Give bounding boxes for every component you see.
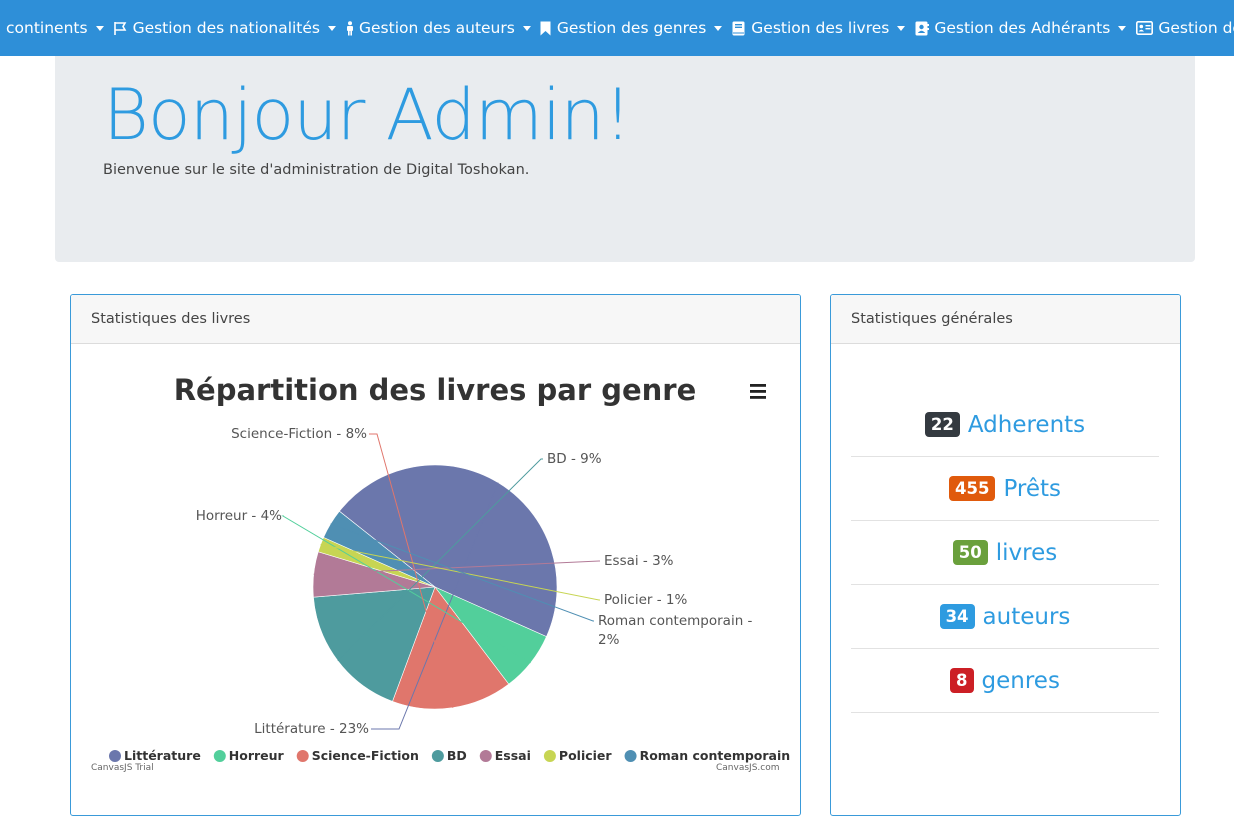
chart-title: Répartition des livres par genre <box>174 373 697 407</box>
nav-label: Gestion des Prêts <box>1158 19 1234 37</box>
stat-adherents[interactable]: 22 Adherents <box>851 393 1159 457</box>
legend-item-littérature[interactable]: Littérature <box>109 748 201 763</box>
legend-label: BD <box>447 748 467 763</box>
address-book-icon <box>914 20 929 36</box>
chart-menu-icon[interactable] <box>750 384 766 399</box>
legend-marker <box>296 750 309 762</box>
count-badge: 34 <box>939 604 975 629</box>
card-header: Statistiques générales <box>831 295 1180 344</box>
slice-index-label: Policier - 1% <box>604 592 687 608</box>
caret-down-icon <box>1118 25 1127 31</box>
legend-label: Roman contemporain <box>640 748 791 763</box>
legend-marker <box>109 750 121 762</box>
slice-index-label: Science-Fiction - 8% <box>231 426 367 442</box>
bookmark-icon <box>540 20 552 36</box>
top-navbar: continents Gestion des nationalités Gest… <box>0 0 1234 56</box>
slice-index-label: Roman contemporain -2% <box>598 613 753 648</box>
legend-label: Policier <box>559 748 612 763</box>
legend-marker <box>543 750 556 762</box>
stat-label: auteurs <box>982 603 1071 630</box>
nav-label: Gestion des auteurs <box>359 19 515 37</box>
legend-label: Horreur <box>229 748 285 763</box>
nav-auteurs[interactable]: Gestion des auteurs <box>345 0 540 56</box>
nav-genres[interactable]: Gestion des genres <box>540 0 731 56</box>
book-icon <box>731 20 746 36</box>
legend-marker <box>213 750 226 762</box>
caret-down-icon <box>714 25 723 31</box>
legend-item-essai[interactable]: Essai <box>479 748 531 763</box>
slice-index-label: Littérature - 23% <box>254 721 369 737</box>
stat-label: Prêts <box>1003 475 1062 502</box>
legend-marker <box>479 750 492 762</box>
nav-livres[interactable]: Gestion des livres <box>731 0 914 56</box>
welcome-subtitle: Bienvenue sur le site d'administration d… <box>103 162 530 178</box>
welcome-jumbotron: Bonjour Admin! Bienvenue sur le site d'a… <box>55 56 1195 262</box>
count-badge: 50 <box>952 540 988 565</box>
id-card-icon <box>1135 20 1153 36</box>
slice-index-label: Horreur - 4% <box>196 508 282 524</box>
nav-continents[interactable]: continents <box>0 0 113 56</box>
nav-label: Gestion des genres <box>556 19 707 37</box>
nav-label: continents <box>6 19 88 37</box>
legend-item-science-fiction[interactable]: Science-Fiction <box>296 748 419 763</box>
stat-label: livres <box>995 539 1058 566</box>
legend-item-policier[interactable]: Policier <box>543 748 612 763</box>
nav-prets[interactable]: Gestion des Prêts <box>1135 0 1234 56</box>
flag-icon <box>113 20 128 36</box>
stat-genres[interactable]: 8 genres <box>851 649 1159 713</box>
nav-nationalites[interactable]: Gestion des nationalités <box>113 0 345 56</box>
legend-marker <box>431 750 444 762</box>
pie-chart: Répartition des livres par genre Littéra… <box>91 373 791 773</box>
stat-auteurs[interactable]: 34 auteurs <box>851 585 1159 649</box>
stat-label: genres <box>981 667 1060 694</box>
count-badge: 455 <box>948 476 996 501</box>
general-stats-card: Statistiques générales 22 Adherents 455 … <box>830 294 1181 816</box>
count-badge: 8 <box>950 668 974 693</box>
books-stats-card: Statistiques des livres Répartition des … <box>70 294 801 816</box>
stat-livres[interactable]: 50 livres <box>851 521 1159 585</box>
caret-down-icon <box>95 25 104 31</box>
legend-label: Essai <box>495 748 531 763</box>
nav-label: Gestion des nationalités <box>132 19 320 37</box>
count-badge: 22 <box>924 412 960 437</box>
nav-adherants[interactable]: Gestion des Adhérants <box>914 0 1135 56</box>
slice-index-label: BD - 9% <box>547 451 602 467</box>
person-icon <box>345 20 354 36</box>
legend-marker <box>624 750 637 762</box>
legend-label: Science-Fiction <box>312 748 419 763</box>
caret-down-icon <box>522 25 531 31</box>
caret-down-icon <box>328 25 336 31</box>
legend-item-roman-contemporain[interactable]: Roman contemporain <box>624 748 791 763</box>
legend-item-horreur[interactable]: Horreur <box>213 748 285 763</box>
caret-down-icon <box>897 25 906 31</box>
card-header: Statistiques des livres <box>71 295 800 344</box>
nav-label: Gestion des Adhérants <box>934 19 1111 37</box>
stat-label: Adherents <box>967 411 1086 438</box>
slice-index-label: Essai - 3% <box>604 553 674 569</box>
legend-label: Littérature <box>124 748 201 763</box>
canvasjs-trial-credit: CanvasJS Trial <box>91 763 154 773</box>
legend-item-bd[interactable]: BD <box>431 748 467 763</box>
nav-label: Gestion des livres <box>751 19 890 37</box>
canvasjs-link-credit[interactable]: CanvasJS.com <box>716 763 779 773</box>
stats-list: 22 Adherents 455 Prêts 50 livres 34 aute… <box>851 393 1159 713</box>
page-title: Bonjour Admin! <box>103 74 632 156</box>
stat-prets[interactable]: 455 Prêts <box>851 457 1159 521</box>
